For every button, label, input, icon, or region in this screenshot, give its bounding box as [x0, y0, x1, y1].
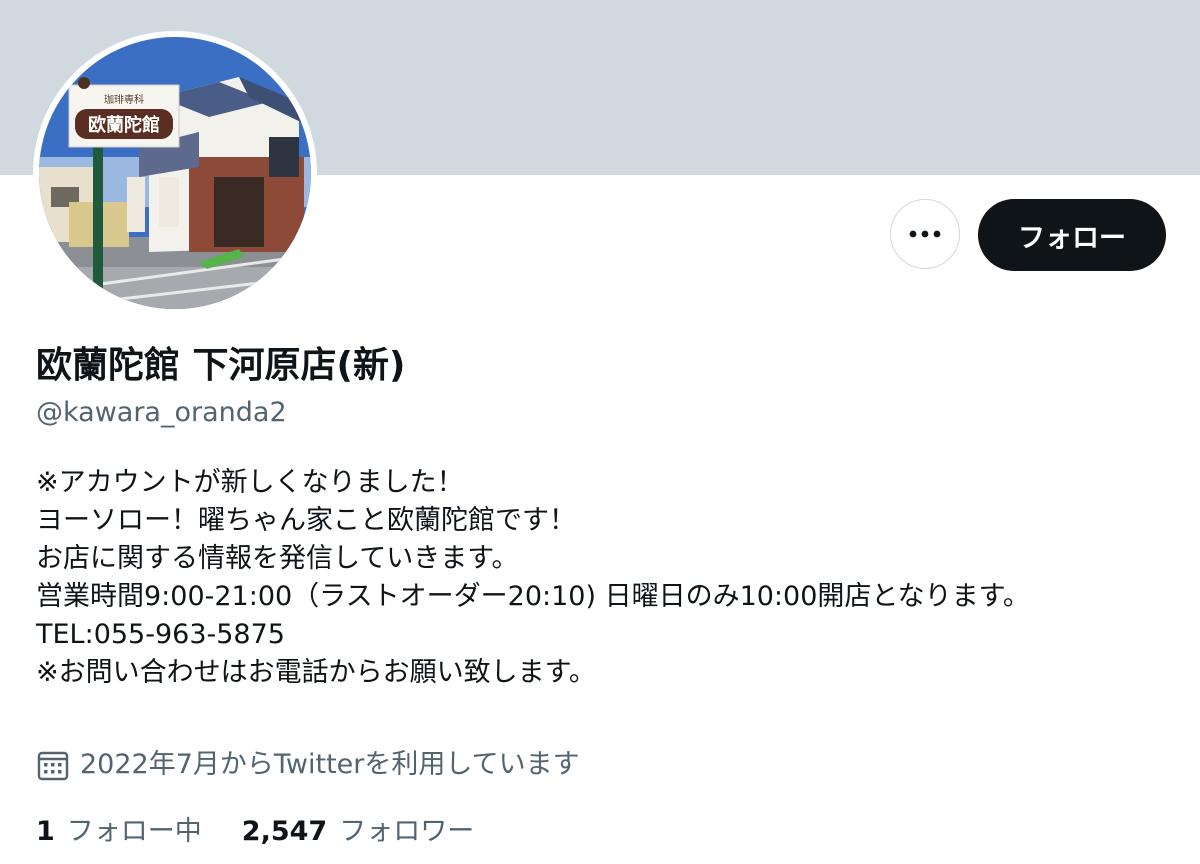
following-label: フォロー中 — [66, 816, 202, 847]
avatar-sign-small-text: 珈琲専科 — [104, 93, 144, 106]
followers-link[interactable]: 2,547 フォロワー — [242, 812, 474, 852]
bio-line: 営業時間9:00-21:00（ラストオーダー20:10) 日曜日のみ10:00開… — [36, 581, 1030, 612]
avatar-image: 珈琲専科 欧蘭陀館 — [39, 37, 311, 309]
more-horizontal-icon — [909, 230, 941, 238]
joined-text: 2022年7月からTwitterを利用しています — [80, 749, 580, 780]
avatar[interactable]: 珈琲専科 欧蘭陀館 — [39, 37, 311, 309]
user-handle: @kawara_oranda2 — [36, 397, 287, 428]
profile-bio: ※アカウントが新しくなりました！ ヨーソロー！曜ちゃん家こと欧蘭陀館です！ お店… — [36, 464, 1176, 692]
bio-line: ※アカウントが新しくなりました！ — [36, 467, 464, 498]
more-button[interactable] — [890, 199, 960, 269]
display-name: 欧蘭陀館 下河原店(新) — [36, 345, 406, 386]
following-count: 1 — [36, 816, 55, 847]
bio-line: ※お問い合わせはお電話からお願い致します。 — [36, 657, 596, 688]
calendar-icon — [36, 748, 70, 782]
avatar-sign-large-text: 欧蘭陀館 — [88, 114, 160, 136]
followers-count: 2,547 — [241, 816, 328, 847]
follow-stats: 1 フォロー中 2,547 フォロワー — [36, 812, 474, 852]
joined-date: 2022年7月からTwitterを利用しています — [36, 745, 580, 785]
bio-line: お店に関する情報を発信していきます。 — [36, 543, 519, 574]
follow-button[interactable]: フォロー — [978, 199, 1166, 271]
avatar-border: 珈琲専科 欧蘭陀館 — [33, 31, 317, 315]
following-link[interactable]: 1 フォロー中 — [36, 812, 202, 852]
bio-line: TEL:055-963-5875 — [36, 619, 285, 650]
followers-label: フォロワー — [339, 816, 475, 847]
bio-line: ヨーソロー！曜ちゃん家こと欧蘭陀館です！ — [36, 505, 576, 536]
